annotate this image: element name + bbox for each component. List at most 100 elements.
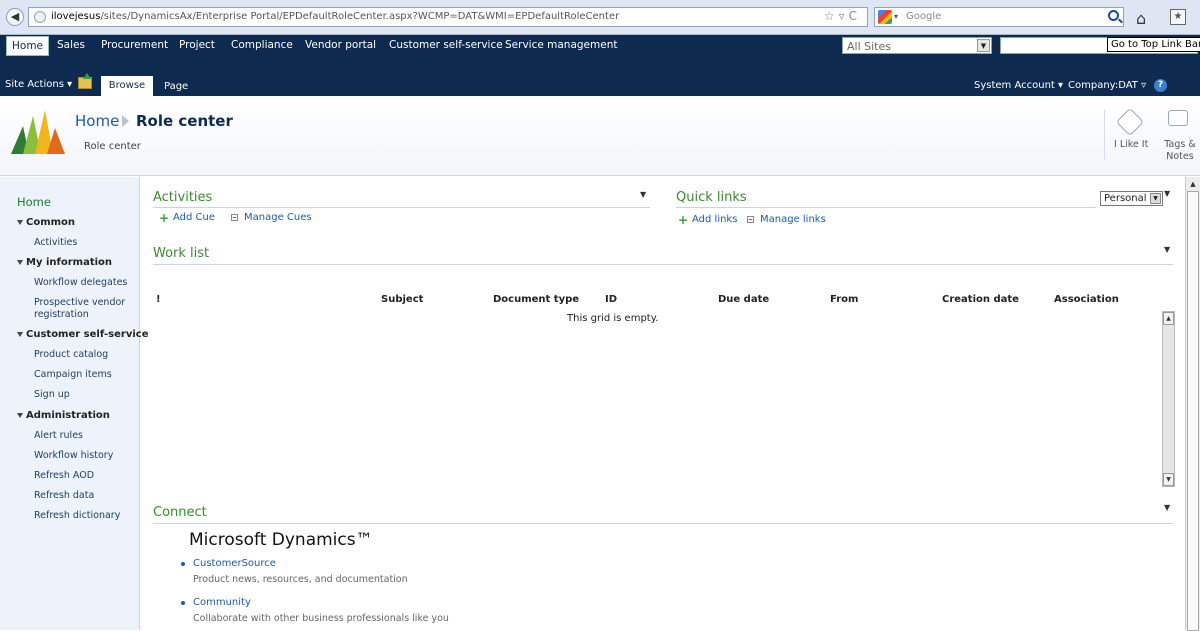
- community-link[interactable]: Community: [193, 597, 251, 608]
- quicklaunch-item-workflow-delegates[interactable]: Workflow delegates: [34, 277, 127, 289]
- tags-notes-button[interactable]: Tags & Notes: [1164, 139, 1196, 163]
- bullet: [181, 562, 185, 566]
- chevron-down-icon[interactable]: ▾: [894, 12, 898, 21]
- topnav-sales[interactable]: Sales: [57, 39, 85, 51]
- grid-scrollbar[interactable]: ▲ ▼: [1162, 311, 1175, 487]
- customersource-link[interactable]: CustomerSource: [193, 558, 276, 569]
- quicklaunch-item-activities[interactable]: Activities: [34, 237, 77, 249]
- browser-search-field[interactable]: ▾ Google: [874, 7, 1124, 27]
- search-placeholder: Google: [906, 11, 942, 22]
- webpart-menu-icon[interactable]: ▼: [1164, 245, 1170, 254]
- search-scope-value: All Sites: [847, 40, 891, 53]
- column-header-priority[interactable]: !: [156, 294, 161, 305]
- quicklaunch-item-product-catalog[interactable]: Product catalog: [34, 349, 108, 361]
- manage-icon[interactable]: [231, 214, 238, 221]
- dynamics-logo: [11, 110, 65, 154]
- topnav-home[interactable]: Home: [6, 36, 50, 56]
- goto-top-link-bar-link[interactable]: Go to Top Link Bar: [1107, 37, 1200, 52]
- column-header-association[interactable]: Association: [1054, 294, 1119, 305]
- notes-icon[interactable]: [1168, 110, 1188, 126]
- quicklaunch-item-sign-up[interactable]: Sign up: [34, 389, 70, 401]
- quicklaunch-item-refresh-aod[interactable]: Refresh AOD: [34, 470, 94, 482]
- add-icon[interactable]: +: [159, 212, 169, 224]
- collapse-icon: [17, 259, 23, 265]
- column-header-due-date[interactable]: Due date: [718, 294, 769, 305]
- collapse-icon: [17, 219, 23, 225]
- topnav-project[interactable]: Project: [179, 39, 215, 51]
- quicklaunch-item-refresh-dictionary[interactable]: Refresh dictionary: [34, 510, 120, 522]
- company-menu[interactable]: Company:DAT ▿: [1068, 80, 1146, 91]
- quicklaunch-item-workflow-history[interactable]: Workflow history: [34, 450, 113, 462]
- manage-links-link[interactable]: Manage links: [760, 214, 826, 225]
- customersource-description: Product news, resources, and documentati…: [193, 574, 408, 585]
- topnav-vendor-portal[interactable]: Vendor portal: [305, 39, 376, 51]
- quick-links-view-select[interactable]: Personal ▼: [1100, 191, 1163, 206]
- help-icon[interactable]: ?: [1154, 79, 1167, 92]
- connect-title: Connect: [153, 505, 207, 520]
- scroll-down-icon[interactable]: ▼: [1163, 473, 1174, 486]
- column-header-document-type[interactable]: Document type: [493, 294, 579, 305]
- browser-toolbar: ◀ ilovejesus/sites/DynamicsAx/Enterprise…: [0, 0, 1200, 35]
- manage-cues-link[interactable]: Manage Cues: [244, 212, 312, 223]
- address-text: ilovejesus/sites/DynamicsAx/Enterprise P…: [51, 11, 620, 22]
- account-menu[interactable]: System Account ▾: [974, 80, 1063, 91]
- column-header-creation-date[interactable]: Creation date: [942, 294, 1019, 305]
- page-scrollbar[interactable]: ▲: [1185, 177, 1200, 631]
- quicklaunch-group-my-information[interactable]: My information: [17, 257, 112, 268]
- collapse-icon: [17, 331, 23, 337]
- scroll-thumb[interactable]: [1187, 191, 1199, 631]
- tag-icon[interactable]: [1115, 107, 1145, 137]
- grid-empty-message: This grid is empty.: [567, 313, 659, 324]
- breadcrumb-home[interactable]: Home: [75, 112, 119, 130]
- quicklaunch-item-prospective-vendor[interactable]: Prospective vendor registration: [34, 297, 134, 321]
- microsoft-dynamics-heading: Microsoft Dynamics™: [189, 530, 373, 550]
- add-links-link[interactable]: Add links: [692, 214, 737, 225]
- add-icon[interactable]: +: [678, 214, 688, 226]
- navigate-up-icon[interactable]: [78, 73, 92, 89]
- divider: [153, 207, 650, 208]
- webpart-menu-icon[interactable]: ▼: [1164, 503, 1170, 512]
- column-header-id[interactable]: ID: [605, 294, 617, 305]
- webpart-menu-icon[interactable]: ▼: [640, 190, 646, 199]
- search-scope-select[interactable]: All Sites ▼: [842, 37, 992, 54]
- bullet: [181, 601, 185, 605]
- topnav-service-management[interactable]: Service management: [505, 39, 617, 51]
- quicklaunch-group-common[interactable]: Common: [17, 217, 75, 228]
- google-icon: [878, 10, 892, 24]
- quicklaunch-item-alert-rules[interactable]: Alert rules: [34, 430, 83, 442]
- tab-browse[interactable]: Browse: [101, 76, 153, 96]
- site-actions-menu[interactable]: Site Actions ▾: [5, 79, 72, 90]
- column-header-subject[interactable]: Subject: [381, 294, 423, 305]
- add-cue-link[interactable]: Add Cue: [173, 212, 215, 223]
- quicklaunch-group-customer-self-service[interactable]: Customer self-service: [17, 329, 149, 340]
- bookmarks-icon[interactable]: ★: [1170, 9, 1186, 25]
- divider: [153, 523, 1173, 524]
- chevron-down-icon[interactable]: ▼: [977, 39, 990, 52]
- divider: [676, 207, 1096, 208]
- page-title-area: Home Role center Role center I Like It T…: [0, 96, 1200, 176]
- address-actions[interactable]: ☆▿C: [824, 9, 861, 23]
- community-description: Collaborate with other business professi…: [193, 613, 449, 624]
- i-like-it-button[interactable]: I Like It: [1114, 139, 1148, 150]
- topnav-customer-self-service[interactable]: Customer self-service: [389, 39, 503, 51]
- quicklaunch-item-refresh-data[interactable]: Refresh data: [34, 490, 94, 502]
- manage-icon[interactable]: [747, 216, 754, 223]
- scroll-up-icon[interactable]: ▲: [1187, 178, 1199, 190]
- webpart-menu-icon[interactable]: ▼: [1164, 189, 1170, 198]
- search-icon[interactable]: [1108, 10, 1119, 21]
- collapse-icon: [17, 412, 23, 418]
- chevron-down-icon[interactable]: ▼: [1150, 193, 1161, 204]
- quicklaunch-item-campaign-items[interactable]: Campaign items: [34, 369, 112, 381]
- home-icon[interactable]: ⌂: [1136, 9, 1146, 28]
- quick-links-view-value: Personal: [1104, 193, 1147, 204]
- scroll-up-icon[interactable]: ▲: [1163, 312, 1174, 325]
- topnav-procurement[interactable]: Procurement: [101, 39, 168, 51]
- quicklaunch-home[interactable]: Home: [17, 195, 51, 209]
- back-arrow-icon[interactable]: ◀: [6, 8, 24, 26]
- address-bar[interactable]: ilovejesus/sites/DynamicsAx/Enterprise P…: [28, 7, 868, 27]
- column-header-from[interactable]: From: [830, 294, 858, 305]
- quicklaunch-group-administration[interactable]: Administration: [17, 410, 110, 421]
- topnav-compliance[interactable]: Compliance: [231, 39, 293, 51]
- tab-page[interactable]: Page: [164, 81, 188, 92]
- breadcrumb-separator-icon: [122, 115, 129, 127]
